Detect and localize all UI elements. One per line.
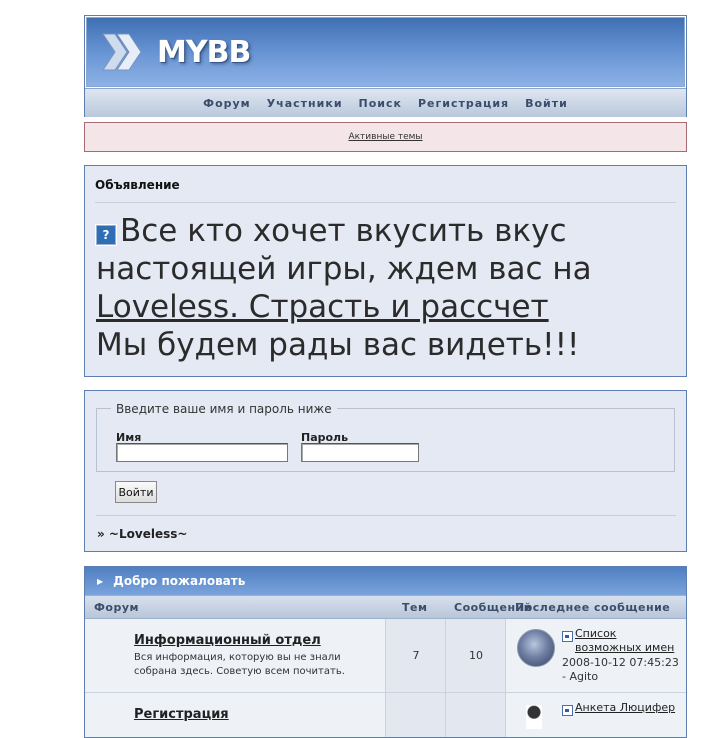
mybb-chevron-logo-icon <box>102 33 142 71</box>
announcement-panel: Объявление ? Все кто хочет вкусить вкус н… <box>84 165 687 377</box>
posts-cell: 10 <box>445 619 506 692</box>
last-post-author[interactable]: Agito <box>569 670 598 683</box>
forum-title-link[interactable]: Информационный отдел <box>134 633 321 648</box>
last-post-link[interactable]: Анкета Люцифер <box>575 701 680 715</box>
logo-text: MYBB <box>157 34 251 70</box>
announcement-link[interactable]: Loveless. Страсть и рассчет <box>96 289 549 325</box>
avatar[interactable] <box>526 705 542 729</box>
divider <box>96 515 676 516</box>
active-topics-link[interactable]: Активные темы <box>348 132 422 142</box>
forum-cell: Регистрация <box>85 693 385 737</box>
announcement-text-end: Мы будем рады вас видеть!!! <box>96 327 580 363</box>
forum-cell: Информационный отдел Вся информация, кот… <box>85 619 385 692</box>
last-post-cell: Анкета Люцифер <box>505 693 686 737</box>
nav-login[interactable]: Войти <box>525 97 568 110</box>
topics-cell: 7 <box>385 619 446 692</box>
main-nav: Форум Участники Поиск Регистрация Войти <box>85 88 686 117</box>
login-panel: Введите ваше имя и пароль ниже Имя Парол… <box>84 390 687 552</box>
login-fieldset: Введите ваше имя и пароль ниже Имя Парол… <box>96 402 675 472</box>
site-logo[interactable]: MYBB <box>101 28 251 76</box>
col-last-post: Последнее сообщение <box>515 601 671 614</box>
category-header[interactable]: ▶ Добро пожаловать <box>85 567 686 595</box>
category-title: Добро пожаловать <box>113 574 246 588</box>
login-legend: Введите ваше имя и пароль ниже <box>111 402 337 416</box>
nav-register[interactable]: Регистрация <box>418 97 509 110</box>
topic-count: 7 <box>412 649 420 662</box>
forum-name[interactable]: » ~Loveless~ <box>97 527 187 541</box>
nav-search[interactable]: Поиск <box>359 97 402 110</box>
question-icon: ? <box>95 224 117 246</box>
table-row: Регистрация Анкета Люцифер <box>85 693 686 737</box>
last-post-icon[interactable] <box>562 631 573 642</box>
last-post-meta: 2008-10-12 07:45:23 - Agito <box>562 656 679 683</box>
banner: MYBB <box>86 17 685 87</box>
last-post-icon[interactable] <box>562 705 573 716</box>
column-headers: Форум Тем Сообщений Последнее сообщение <box>85 595 686 619</box>
nav-forum[interactable]: Форум <box>203 97 251 110</box>
announcement-text: Все кто хочет вкусить вкус настоящей игр… <box>96 213 592 287</box>
post-count: 10 <box>469 649 483 662</box>
divider <box>95 202 676 203</box>
last-post-link[interactable]: Список возможных имен <box>575 627 680 655</box>
col-topics: Тем <box>402 601 428 614</box>
name-input[interactable] <box>116 443 288 462</box>
topics-cell <box>385 693 446 737</box>
last-post-date: 2008-10-12 07:45:23 <box>562 656 679 669</box>
active-topics-bar: Активные темы <box>84 122 687 152</box>
nav-members[interactable]: Участники <box>267 97 343 110</box>
forum-description: Вся информация, которую вы не знали собр… <box>134 652 345 677</box>
avatar[interactable] <box>517 629 555 667</box>
header: MYBB Форум Участники Поиск Регистрация В… <box>84 15 687 117</box>
arrow-right-icon: ▶ <box>97 576 104 586</box>
announcement-body: ? Все кто хочет вкусить вкус настоящей иг… <box>95 212 681 364</box>
last-post-cell: Список возможных имен 2008-10-12 07:45:2… <box>505 619 686 692</box>
table-row: Информационный отдел Вся информация, кот… <box>85 619 686 693</box>
announcement-title: Объявление <box>95 178 180 192</box>
forum-category: ▶ Добро пожаловать Форум Тем Сообщений П… <box>84 566 687 738</box>
col-forum: Форум <box>94 601 140 614</box>
login-button[interactable]: Войти <box>115 481 157 503</box>
posts-cell <box>445 693 506 737</box>
password-input[interactable] <box>301 443 419 462</box>
